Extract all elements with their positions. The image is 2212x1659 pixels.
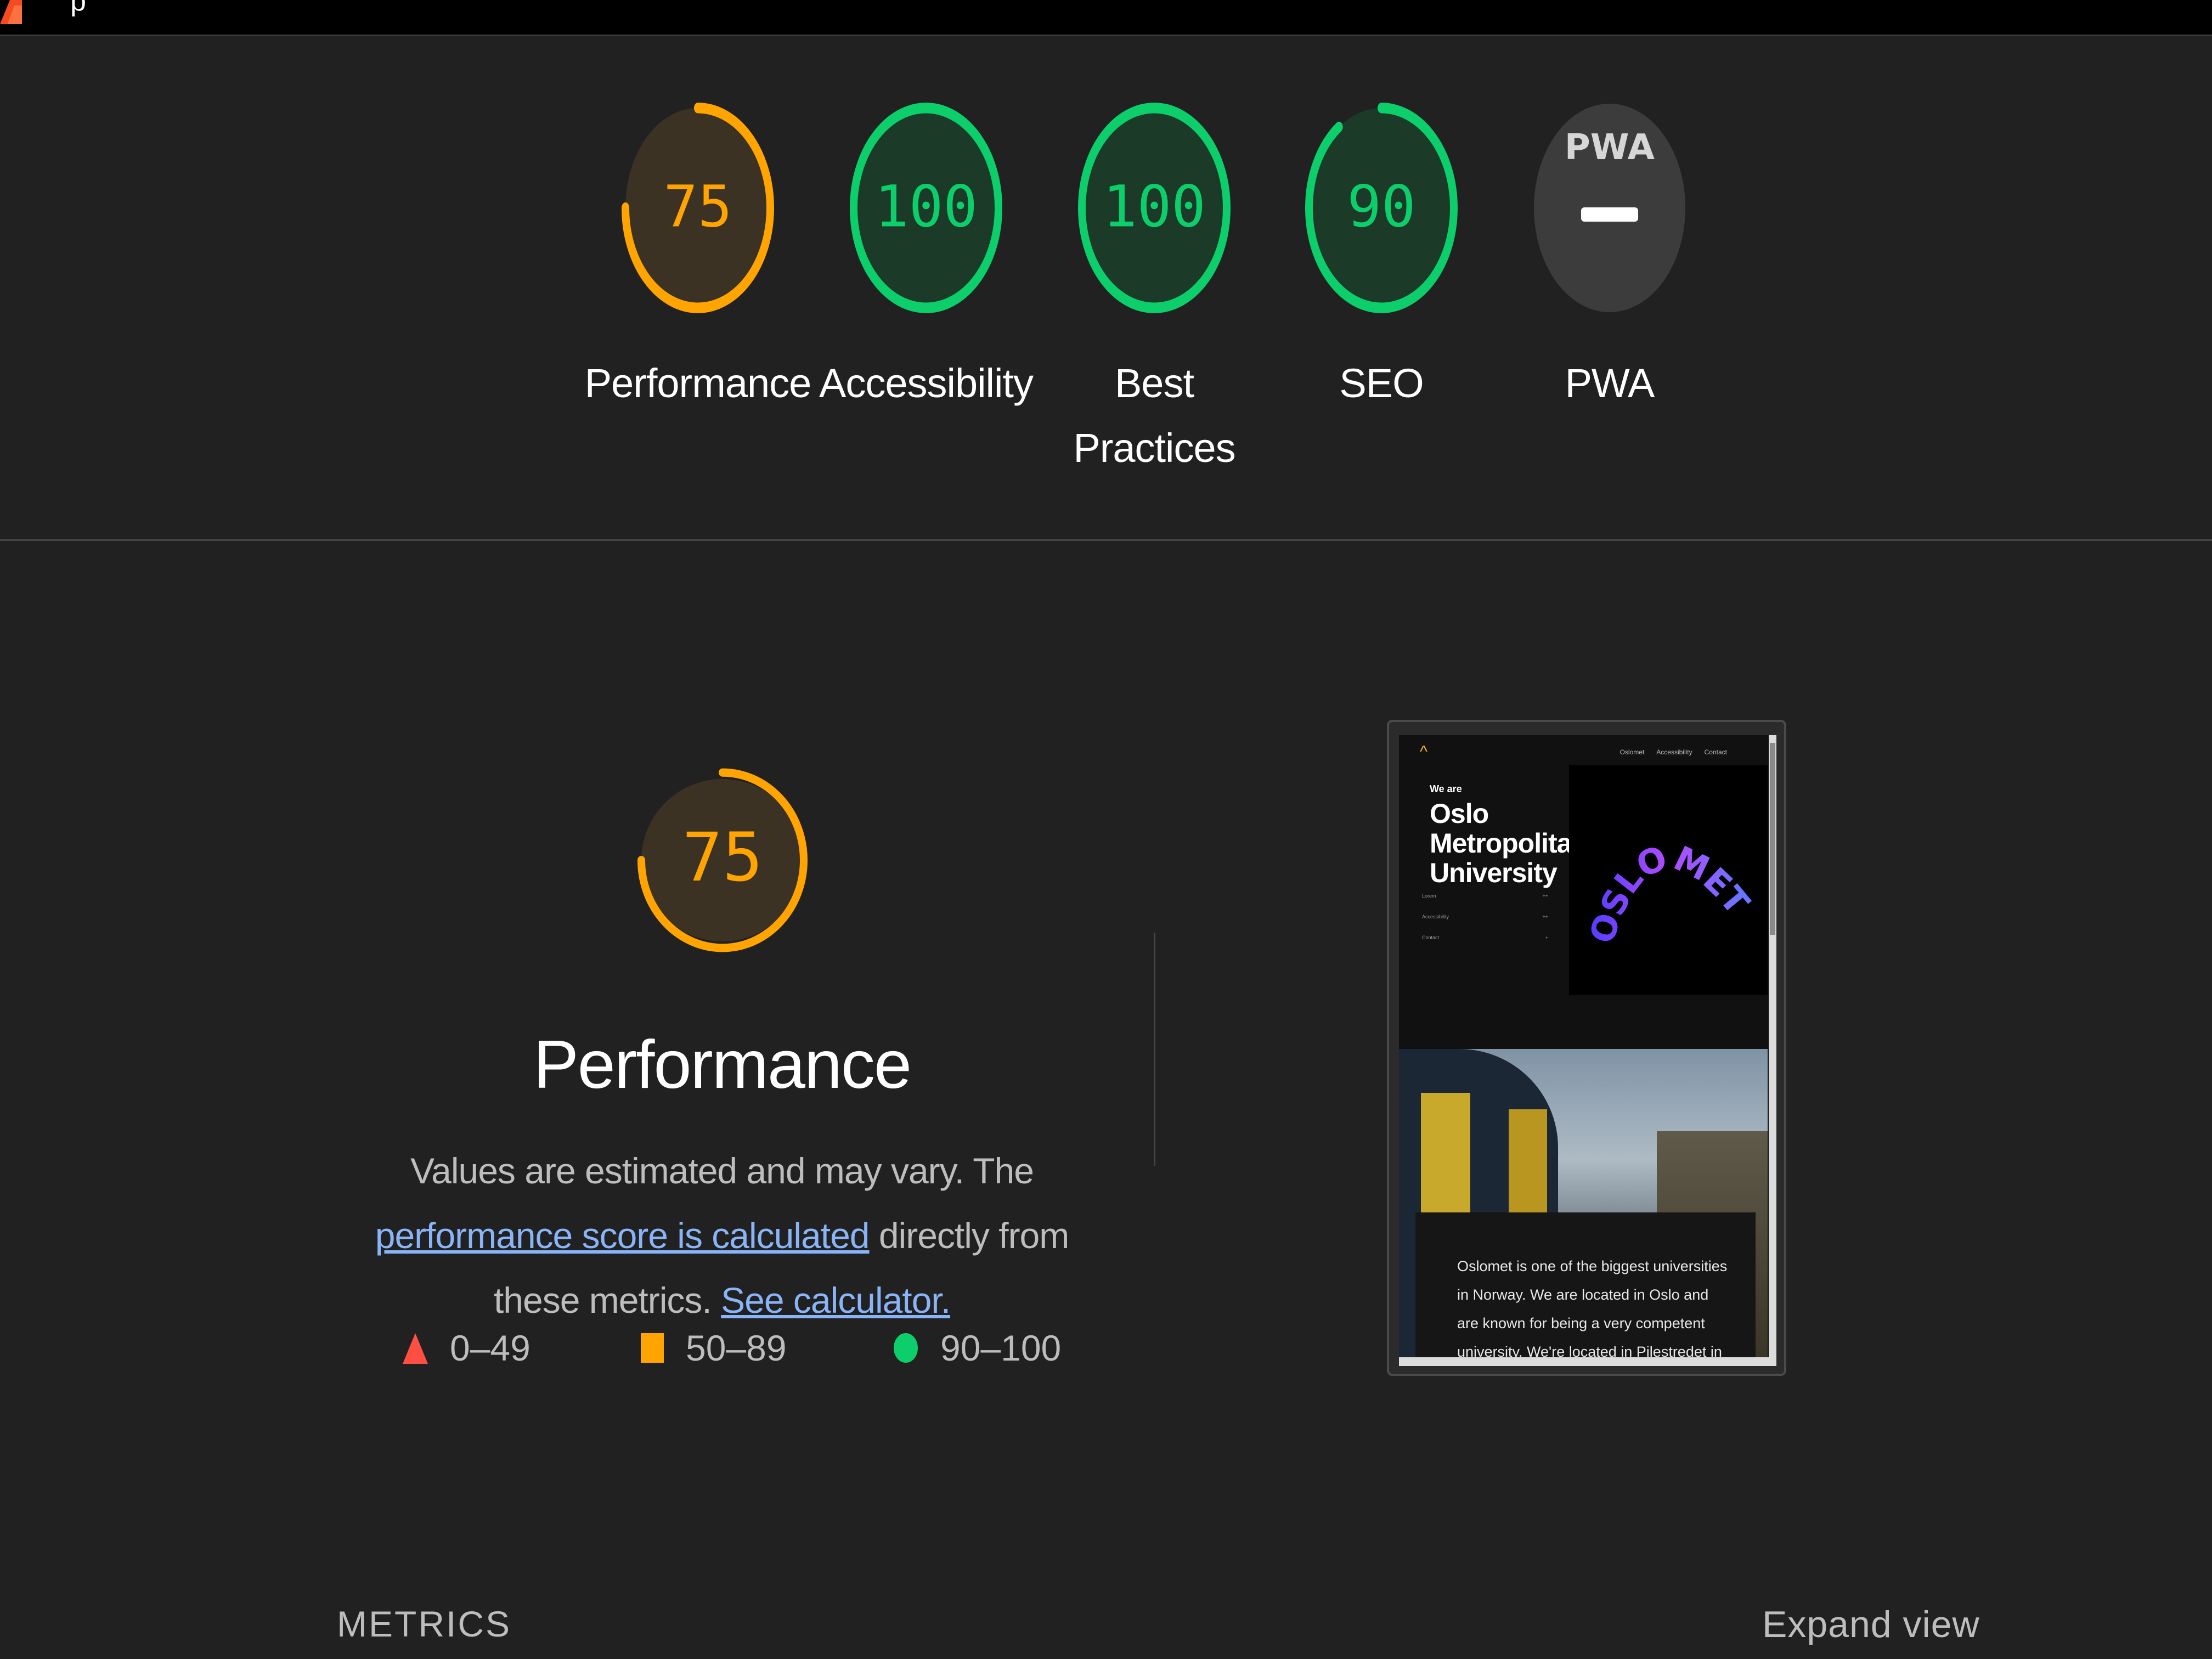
performance-description: Values are estimated and may vary. The p…	[329, 1138, 1115, 1333]
meta-label: Lorem	[1422, 893, 1436, 899]
meta-value: ++	[1542, 914, 1548, 919]
pwa-dash-icon	[1581, 207, 1638, 222]
pwa-badge-text: PWA	[1565, 127, 1655, 168]
legend-average-range: 50–89	[686, 1328, 787, 1368]
screenshot-nav-item: Contact	[1704, 748, 1727, 756]
screenshot-horizontal-scrollbar	[1399, 1357, 1776, 1366]
legend-pass: 90–100	[892, 1323, 1061, 1373]
pass-circle-icon	[894, 1333, 918, 1363]
gauge-score-value: 100	[1103, 173, 1206, 240]
performance-gauge-large: 75	[636, 741, 809, 983]
gauge-label: Accessibility	[819, 360, 1034, 406]
screenshot-nav: Oslomet Accessibility Contact	[1620, 748, 1727, 756]
report-title: p	[70, 0, 86, 17]
screenshot-eyebrow: We are	[1430, 783, 1462, 794]
legend-average: 50–89	[640, 1323, 787, 1373]
legend-pass-range: 90–100	[940, 1328, 1062, 1368]
category-gauge-performance[interactable]: 75 Performance	[583, 102, 813, 416]
score-gauge: 90	[1305, 103, 1458, 313]
expand-view-button[interactable]: Expand view	[1762, 1603, 1980, 1646]
meta-value: ++	[1542, 893, 1548, 899]
score-gauge: 100	[850, 103, 1002, 313]
screenshot-viewport: ^ Oslomet Accessibility Contact We are O…	[1399, 735, 1776, 1366]
screenshot-vertical-scrollbar	[1769, 735, 1776, 1366]
gauge-label: SEO	[1339, 360, 1424, 406]
gauge-score-value: 90	[1347, 173, 1415, 240]
category-gauge-seo[interactable]: 90 SEO	[1266, 102, 1497, 416]
fail-triangle-icon	[403, 1333, 428, 1364]
metrics-heading: METRICS	[337, 1604, 511, 1644]
oslomet-logo-graphic: OSLOMET	[1582, 837, 1758, 948]
svg-text:OSLOMET: OSLOMET	[1582, 837, 1758, 948]
performance-title: Performance	[533, 1027, 912, 1103]
final-screenshot-thumbnail[interactable]: ^ Oslomet Accessibility Contact We are O…	[1387, 720, 1786, 1376]
screenshot-meta-row: Lorem ++	[1422, 893, 1548, 899]
oslomet-logo: OSLOMET	[1569, 765, 1768, 995]
screenshot-nav-item: Accessibility	[1656, 748, 1692, 756]
score-gauge: 75	[622, 103, 774, 313]
meta-label: Accessibility	[1422, 914, 1449, 919]
logo-text: OSLOMET	[1582, 837, 1758, 948]
gauge-score-value: 100	[874, 173, 978, 240]
score-gauge: 100	[1078, 103, 1231, 313]
top-bar: p	[0, 0, 2212, 36]
section-divider	[0, 539, 2212, 541]
lighthouse-logo-icon	[0, 0, 22, 24]
screenshot-meta-row: Accessibility ++	[1422, 914, 1548, 919]
performance-score-link[interactable]: performance score is calculated	[375, 1215, 870, 1256]
average-square-icon	[641, 1333, 664, 1363]
gauge-label: Performance	[584, 360, 812, 406]
category-gauge-best-practices[interactable]: 100 Best Practices	[1039, 102, 1269, 481]
performance-gauge-svg: 75	[637, 768, 808, 952]
see-calculator-link[interactable]: See calculator.	[721, 1280, 951, 1321]
gauge-label: Best Practices	[1073, 360, 1235, 471]
category-gauge-accessibility[interactable]: 100 Accessibility	[811, 102, 1041, 416]
screenshot-meta-row: Contact +	[1422, 935, 1548, 940]
vertical-divider	[1154, 933, 1155, 1166]
pwa-badge-icon: PWA	[1534, 104, 1685, 312]
screenshot-heading: Oslo Metropolitan University	[1430, 798, 1588, 888]
meta-label: Contact	[1422, 935, 1440, 940]
description-text: Values are estimated and may vary. The	[410, 1150, 1034, 1191]
screenshot-caption: Oslomet is one of the biggest universiti…	[1415, 1212, 1756, 1366]
gauge-label: PWA	[1565, 360, 1655, 406]
legend-fail: 0–49	[402, 1323, 531, 1373]
performance-score-value: 75	[682, 819, 763, 896]
meta-value: +	[1545, 935, 1548, 940]
scrollbar-thumb	[1770, 743, 1775, 935]
legend-fail-range: 0–49	[450, 1328, 531, 1368]
category-gauge-pwa[interactable]: PWA PWA	[1494, 102, 1725, 416]
gauge-score-value: 75	[663, 173, 732, 240]
caret-up-icon: ^	[1420, 743, 1428, 761]
screenshot-nav-item: Oslomet	[1620, 748, 1645, 756]
